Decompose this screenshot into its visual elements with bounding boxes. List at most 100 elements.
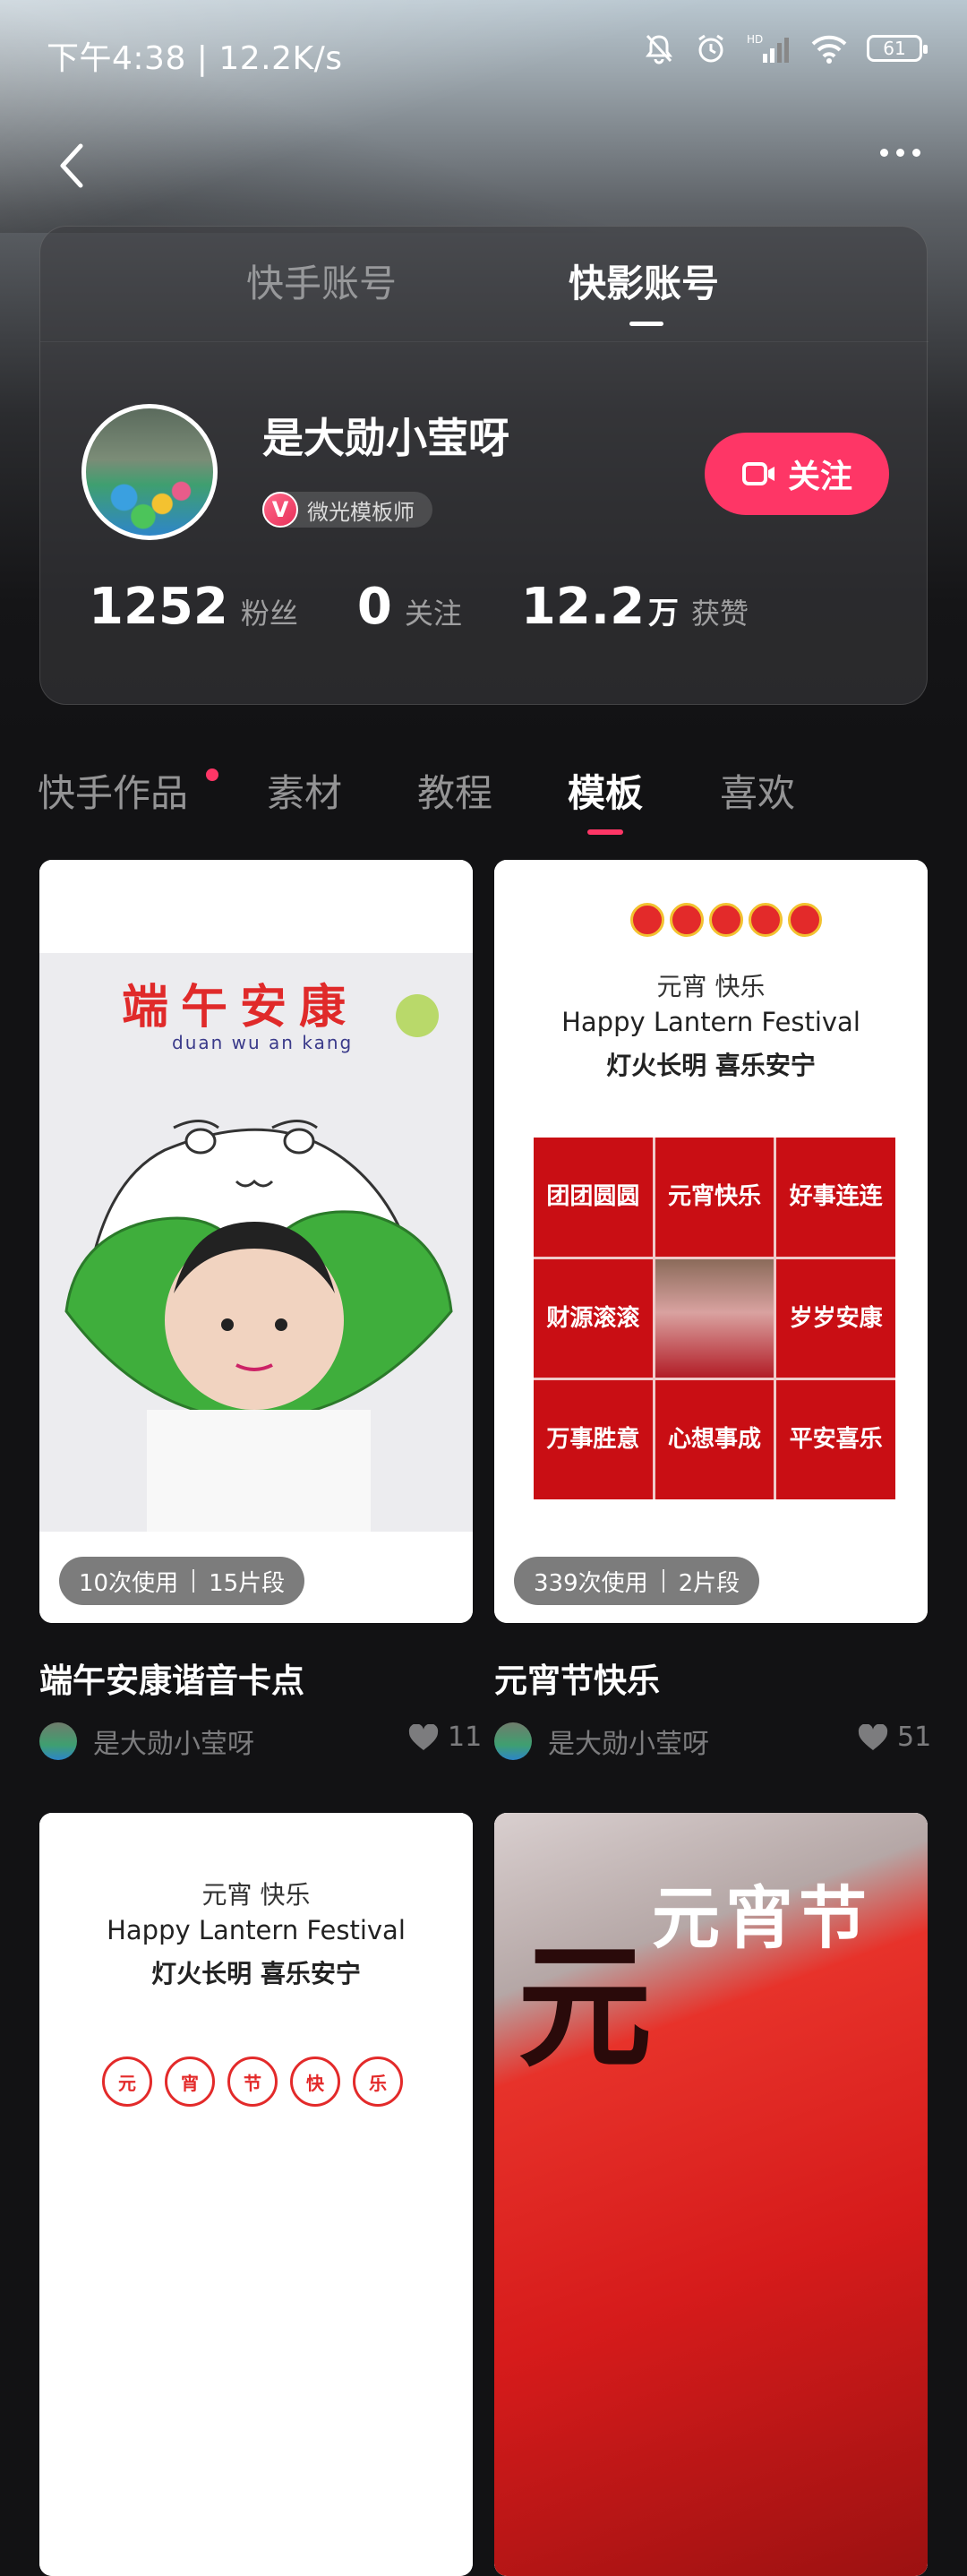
avatar[interactable] xyxy=(81,404,218,540)
thumb-line2: 灯火长明 喜乐安宁 xyxy=(606,1051,816,1080)
usage-badge: 10次使用 15片段 xyxy=(59,1557,305,1605)
grid-cell: 平安喜乐 xyxy=(776,1380,895,1499)
lantern-character: 宵 xyxy=(165,2057,215,2107)
creator-badge-label: 微光模板师 xyxy=(307,499,415,525)
lantern-icon xyxy=(630,903,664,937)
stat-value: 12.2 xyxy=(520,578,646,636)
thumb-line1: 元宵 快乐 xyxy=(656,972,766,1001)
lantern-character: 节 xyxy=(227,2057,278,2107)
thumbnail-photo: 端午安康 duan wu an kang xyxy=(39,953,473,1532)
video-camera-icon xyxy=(741,462,774,485)
grid-cell: 团团圆圆 xyxy=(534,1138,653,1257)
heart-icon xyxy=(408,1723,439,1750)
profile-card: 快手账号 快影账号 是大勋小莹呀 V 微光模板师 关注 1252 粉丝 0 关注… xyxy=(39,226,928,705)
profile-stats: 1252 粉丝 0 关注 12.2 万 获赞 xyxy=(89,578,808,636)
tab-materials[interactable]: 素材 xyxy=(267,763,342,818)
tab-kuaishou-account[interactable]: 快手账号 xyxy=(246,253,397,308)
stat-unit: 万 xyxy=(648,596,680,631)
more-button[interactable] xyxy=(880,149,920,157)
alarm-icon xyxy=(698,34,723,63)
tab-kuaiying-account[interactable]: 快影账号 xyxy=(569,253,719,308)
grid-cell: 财源滚滚 xyxy=(534,1258,653,1378)
creator-badge[interactable]: V 微光模板师 xyxy=(262,492,432,528)
stat-following[interactable]: 0 关注 xyxy=(357,578,462,636)
more-dots-icon xyxy=(880,149,888,157)
segment-count: 2片段 xyxy=(678,1569,740,1597)
likes-value: 11 xyxy=(448,1722,483,1753)
lantern-icon xyxy=(788,903,822,937)
template-author[interactable]: 是大勋小莹呀 xyxy=(39,1722,254,1761)
usage-badge: 339次使用 2片段 xyxy=(514,1557,760,1605)
template-card-duanwu[interactable]: 端午安康 duan wu an kang 10次使用 15片段 xyxy=(39,860,473,1623)
thumb-english: Happy Lantern Festival xyxy=(107,1915,406,1945)
stat-fans[interactable]: 1252 粉丝 xyxy=(89,578,298,636)
stat-value: 1252 xyxy=(89,578,228,636)
grid-cell: 岁岁安康 xyxy=(776,1258,895,1378)
back-button[interactable] xyxy=(54,139,90,193)
status-bar: 下午4:38 | 12.2K/s HD 61 xyxy=(0,0,967,107)
stat-likes[interactable]: 12.2 万 获赞 xyxy=(521,578,749,636)
new-dot-badge xyxy=(206,769,218,781)
thumb-title: 元宵节 xyxy=(652,1878,872,1958)
badge-separator xyxy=(193,1569,195,1593)
template-thumbnail: 元 元宵节 xyxy=(494,1813,928,2576)
status-time: 下午4:38 | 12.2K/s xyxy=(47,40,343,77)
segment-count: 15片段 xyxy=(209,1569,286,1597)
template-title[interactable]: 端午安康谐音卡点 xyxy=(39,1653,304,1702)
author-name: 是大勋小莹呀 xyxy=(93,1729,254,1760)
character-lanterns: 元 宵 节 快 乐 xyxy=(102,2057,403,2107)
template-thumbnail: 元宵 快乐 Happy Lantern Festival 灯火长明 喜乐安宁 团… xyxy=(494,860,928,1623)
wifi-icon xyxy=(811,35,847,64)
template-title[interactable]: 元宵节快乐 xyxy=(494,1653,660,1702)
heart-icon xyxy=(858,1723,888,1750)
thumb-english: Happy Lantern Festival xyxy=(561,1007,860,1037)
thumb-line1: 元宵 快乐 xyxy=(201,1880,311,1910)
username: 是大勋小莹呀 xyxy=(262,414,509,462)
account-tabs: 快手账号 快影账号 xyxy=(40,227,928,326)
lantern-icon xyxy=(709,903,743,937)
grid-center-photo xyxy=(655,1258,774,1378)
template-card-yuanxiao-3[interactable]: 元 元宵节 xyxy=(494,1813,928,2576)
chevron-left-icon xyxy=(60,143,83,188)
stat-label: 关注 xyxy=(404,597,462,631)
author-avatar xyxy=(494,1722,532,1760)
follow-button[interactable]: 关注 xyxy=(705,433,889,515)
stat-value: 0 xyxy=(356,578,392,636)
follow-label: 关注 xyxy=(787,459,852,495)
template-author[interactable]: 是大勋小莹呀 xyxy=(494,1722,709,1761)
hd-label: HD xyxy=(747,33,763,46)
zongzi-illustration xyxy=(64,994,453,1532)
grid-cell: 好事连连 xyxy=(776,1138,895,1257)
template-card-yuanxiao-2[interactable]: 元宵 快乐 Happy Lantern Festival 灯火长明 喜乐安宁 元… xyxy=(39,1813,473,2576)
lantern-row xyxy=(630,903,822,937)
grid-cell: 心想事成 xyxy=(655,1380,774,1499)
like-count[interactable]: 11 xyxy=(408,1722,482,1753)
mute-bell-icon xyxy=(646,34,672,64)
divider xyxy=(40,341,928,342)
battery-level: 61 xyxy=(883,38,906,59)
tab-tutorials[interactable]: 教程 xyxy=(417,763,492,818)
template-thumbnail: 端午安康 duan wu an kang 10次使用 15片段 xyxy=(39,860,473,1623)
template-thumbnail: 元宵 快乐 Happy Lantern Festival 灯火长明 喜乐安宁 元… xyxy=(39,1813,473,2576)
like-count[interactable]: 51 xyxy=(858,1722,931,1753)
thumb-line2: 灯火长明 喜乐安宁 xyxy=(151,1959,361,1988)
grid-cell: 元宵快乐 xyxy=(655,1138,774,1257)
thumb-big-character: 元 xyxy=(518,1928,653,2086)
tab-templates[interactable]: 模板 xyxy=(568,763,643,818)
template-card-yuanxiao[interactable]: 元宵 快乐 Happy Lantern Festival 灯火长明 喜乐安宁 团… xyxy=(494,860,928,1623)
tab-kuaishou-works[interactable]: 快手作品 xyxy=(38,763,188,818)
usage-count: 339次使用 xyxy=(534,1569,648,1597)
blessing-grid: 团团圆圆 元宵快乐 好事连连 财源滚滚 岁岁安康 万事胜意 心想事成 平安喜乐 xyxy=(534,1138,895,1499)
battery-icon: 61 xyxy=(867,35,928,62)
lantern-icon xyxy=(749,903,783,937)
tab-likes[interactable]: 喜欢 xyxy=(720,763,795,818)
lantern-icon xyxy=(670,903,704,937)
lantern-character: 元 xyxy=(102,2057,152,2107)
likes-value: 51 xyxy=(897,1722,932,1753)
active-tab-indicator xyxy=(629,322,663,326)
signal-icon: HD xyxy=(747,33,789,63)
v-badge-icon: V xyxy=(262,492,298,528)
badge-separator xyxy=(662,1569,664,1593)
author-name: 是大勋小莹呀 xyxy=(548,1729,709,1760)
stat-label: 粉丝 xyxy=(240,597,298,631)
